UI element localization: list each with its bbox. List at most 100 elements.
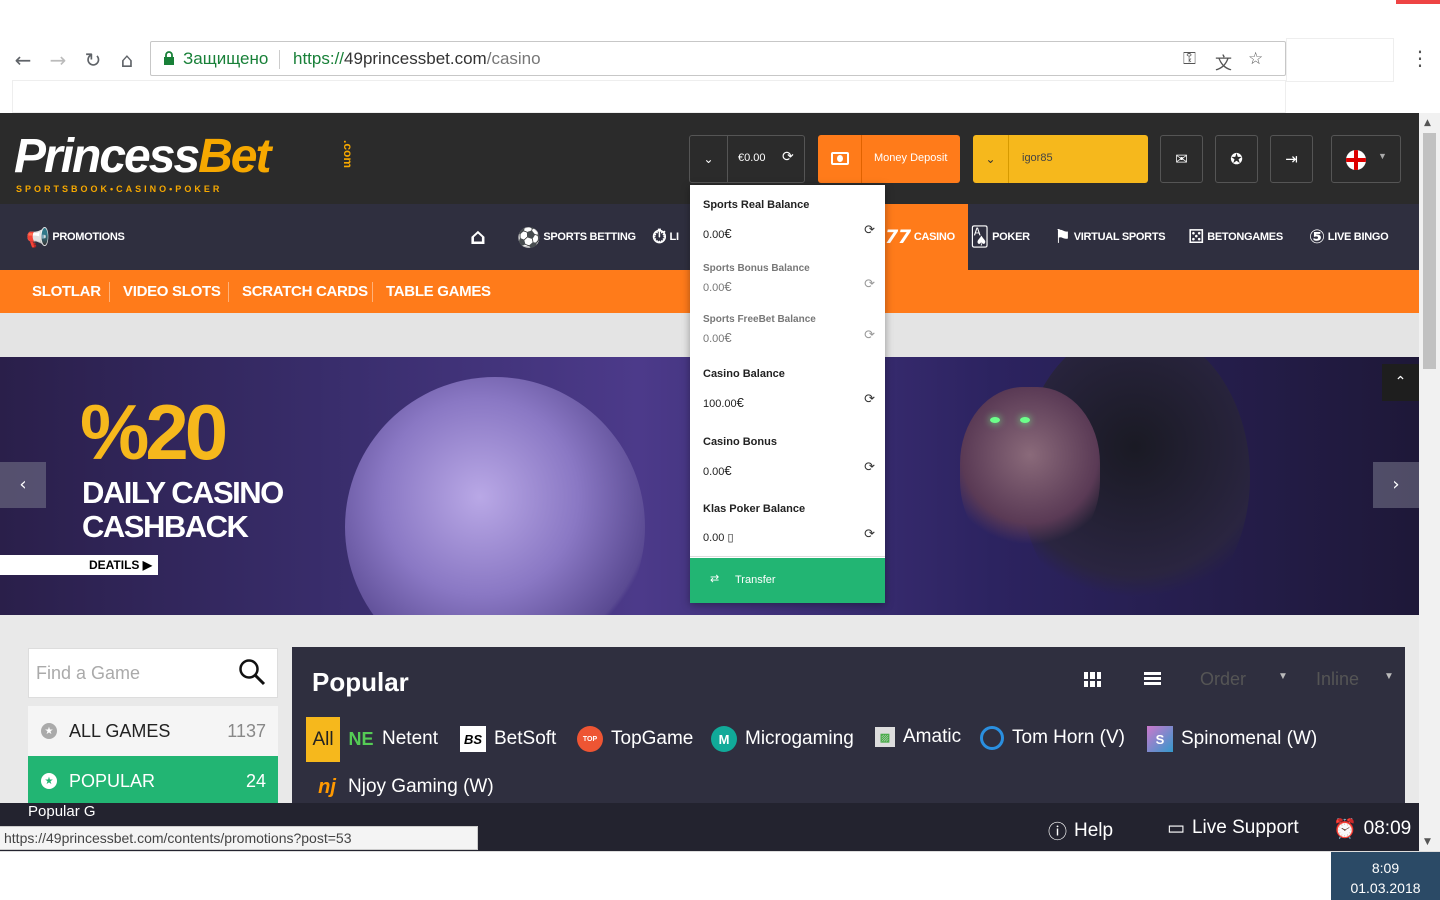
- category-popular[interactable]: ★ POPULAR 24: [28, 756, 278, 803]
- transfer-button[interactable]: ⇄ Transfer: [690, 558, 885, 603]
- os-clock-date: 01.03.2018: [1350, 880, 1421, 896]
- order-select[interactable]: Order ▼: [1200, 669, 1288, 690]
- nav-casino[interactable]: 77 CASINO: [872, 204, 968, 270]
- scrollbar-thumb[interactable]: [1423, 133, 1436, 369]
- reload-icon[interactable]: ↻: [81, 48, 105, 72]
- princessbet-logo[interactable]: PrincessBet .com SPORTSBOOK•CASINO•POKER: [14, 129, 355, 194]
- nav-sports-betting[interactable]: ⚽ SPORTS BETTING: [517, 204, 636, 270]
- address-bar[interactable]: Защищено https://49princessbet.com/casin…: [150, 41, 1286, 76]
- subnav-separator: [109, 282, 110, 302]
- nav-sports-betting-label: SPORTS BETTING: [543, 231, 636, 243]
- inline-select-label: Inline: [1316, 669, 1360, 689]
- provider-tom-horn[interactable]: Tom Horn (V): [980, 726, 1125, 750]
- secure-label: Защищено: [183, 49, 269, 68]
- search-placeholder: Find a Game: [36, 663, 141, 683]
- footer-partial-tab[interactable]: Popular G: [28, 803, 110, 826]
- character-eye: [990, 417, 1000, 423]
- nav-betongames[interactable]: ⚄ BETONGAMES: [1188, 204, 1283, 270]
- netent-logo-icon: NE: [348, 728, 374, 749]
- provider-label: Microgaming: [745, 728, 854, 749]
- live-support-label: Live Support: [1191, 817, 1299, 838]
- provider-topgame[interactable]: TOP TopGame: [577, 726, 693, 752]
- provider-betsoft[interactable]: BS BetSoft: [460, 726, 556, 752]
- logo-princess: Princess: [14, 130, 200, 183]
- banner-headline-2: CASHBACK: [82, 509, 249, 544]
- refresh-icon[interactable]: ⟳: [864, 527, 875, 542]
- nav-poker[interactable]: 🂡 POKER: [970, 204, 1030, 270]
- key-icon[interactable]: ⚿: [1183, 49, 1196, 69]
- refresh-icon[interactable]: ⟳: [864, 460, 875, 475]
- chevron-down-icon[interactable]: ⌄: [973, 135, 1009, 183]
- provider-njoy[interactable]: nj Njoy Gaming (W): [314, 774, 494, 800]
- nav-promotions[interactable]: 📢 PROMOTIONS: [26, 204, 125, 270]
- language-selector[interactable]: ▼: [1331, 135, 1401, 183]
- banner-headline-1: DAILY CASINO: [82, 475, 284, 510]
- njoy-logo-icon: nj: [318, 775, 336, 798]
- subnav-table-games[interactable]: TABLE GAMES: [386, 283, 491, 300]
- banner-details-button[interactable]: DEATILS ▶: [0, 555, 158, 575]
- balance-value: 0.00€: [703, 279, 732, 294]
- spinomenal-logo-icon: S: [1147, 726, 1173, 752]
- subnav-scratch-cards[interactable]: SCRATCH CARDS: [242, 283, 368, 300]
- dropdown-divider: [690, 556, 885, 557]
- provider-all[interactable]: All: [306, 717, 340, 762]
- back-to-top-icon[interactable]: ⌃: [1382, 364, 1419, 401]
- subnav-video-slots[interactable]: VIDEO SLOTS: [123, 283, 221, 300]
- help-button[interactable]: ⓘ Help: [1048, 817, 1113, 844]
- provider-amatic[interactable]: ▨ Amatic: [875, 726, 961, 748]
- grid-view-icon[interactable]: [1084, 672, 1101, 687]
- refresh-icon[interactable]: ⟳: [782, 149, 794, 165]
- browser-menu-icon[interactable]: ⋮: [1410, 46, 1430, 70]
- favorites-button[interactable]: ✪: [1215, 135, 1258, 183]
- live-support-button[interactable]: ▭ Live Support: [1167, 817, 1299, 839]
- home-icon[interactable]: ⌂: [115, 48, 139, 72]
- nav-live-bingo[interactable]: ⑤ LIVE BINGO: [1309, 204, 1389, 270]
- nav-home[interactable]: ⌂: [470, 204, 488, 270]
- provider-spinomenal[interactable]: S Spinomenal (W): [1147, 726, 1317, 752]
- refresh-icon[interactable]: ⟳: [864, 277, 875, 292]
- url-path: /casino: [486, 49, 541, 68]
- messages-button[interactable]: ✉: [1160, 135, 1203, 183]
- search-icon[interactable]: [237, 657, 267, 687]
- tomhorn-logo-icon: [980, 726, 1004, 750]
- refresh-icon[interactable]: ⟳: [864, 328, 875, 343]
- money-deposit-button[interactable]: Money Deposit: [818, 135, 960, 183]
- transfer-arrows-icon: ⇄: [710, 572, 720, 585]
- logout-icon: ⇥: [1285, 150, 1298, 168]
- nav-live-label: LI: [669, 231, 679, 243]
- list-view-icon[interactable]: [1144, 672, 1161, 687]
- balance-item: Casino Bonus 0.00€ ⟳: [703, 436, 875, 486]
- scroll-up-icon[interactable]: ▲: [1424, 118, 1431, 128]
- user-menu-button[interactable]: ⌄ igor85: [973, 135, 1148, 183]
- balance-dropdown: Sports Real Balance 0.00€ ⟳ Sports Bonus…: [690, 185, 885, 603]
- star-icon: ★: [41, 773, 57, 789]
- alarm-clock-icon: ⏰: [1333, 818, 1357, 840]
- balance-label: Casino Bonus: [703, 436, 777, 448]
- category-all-games[interactable]: ★ ALL GAMES 1137: [28, 706, 278, 756]
- provider-netent[interactable]: NE Netent: [348, 726, 438, 752]
- nav-live[interactable]: ⏱ LI: [652, 204, 679, 270]
- help-label: Help: [1074, 819, 1114, 841]
- scroll-down-icon[interactable]: ▼: [1424, 837, 1431, 847]
- star-icon[interactable]: ☆: [1248, 49, 1263, 69]
- inline-select[interactable]: Inline ▼: [1316, 669, 1394, 690]
- url-host: 49princessbet.com: [344, 49, 487, 68]
- refresh-icon[interactable]: ⟳: [864, 223, 875, 238]
- provider-microgaming[interactable]: M Microgaming: [711, 726, 854, 752]
- logout-button[interactable]: ⇥: [1270, 135, 1313, 183]
- forward-icon[interactable]: →: [46, 48, 70, 72]
- chevron-down-icon[interactable]: ⌄: [690, 136, 728, 182]
- balance-button[interactable]: ⌄ €0.00 ⟳: [689, 135, 805, 183]
- checkered-flag-icon: ⚑: [1054, 226, 1071, 248]
- subnav-slotlar[interactable]: SLOTLAR: [32, 283, 101, 300]
- game-search-input[interactable]: Find a Game: [28, 648, 278, 698]
- refresh-icon[interactable]: ⟳: [864, 392, 875, 407]
- slider-next-icon[interactable]: ›: [1373, 462, 1419, 508]
- os-clock[interactable]: 8:09 01.03.2018: [1331, 852, 1440, 900]
- back-icon[interactable]: ←: [11, 48, 35, 72]
- slider-prev-icon[interactable]: ‹: [0, 462, 46, 508]
- translate-icon[interactable]: 文: [1215, 49, 1232, 74]
- dice-icon: ⚄: [1188, 226, 1205, 248]
- nav-virtual-sports[interactable]: ⚑ VIRTUAL SPORTS: [1054, 204, 1166, 270]
- url-text[interactable]: https://49princessbet.com/casino: [293, 49, 541, 69]
